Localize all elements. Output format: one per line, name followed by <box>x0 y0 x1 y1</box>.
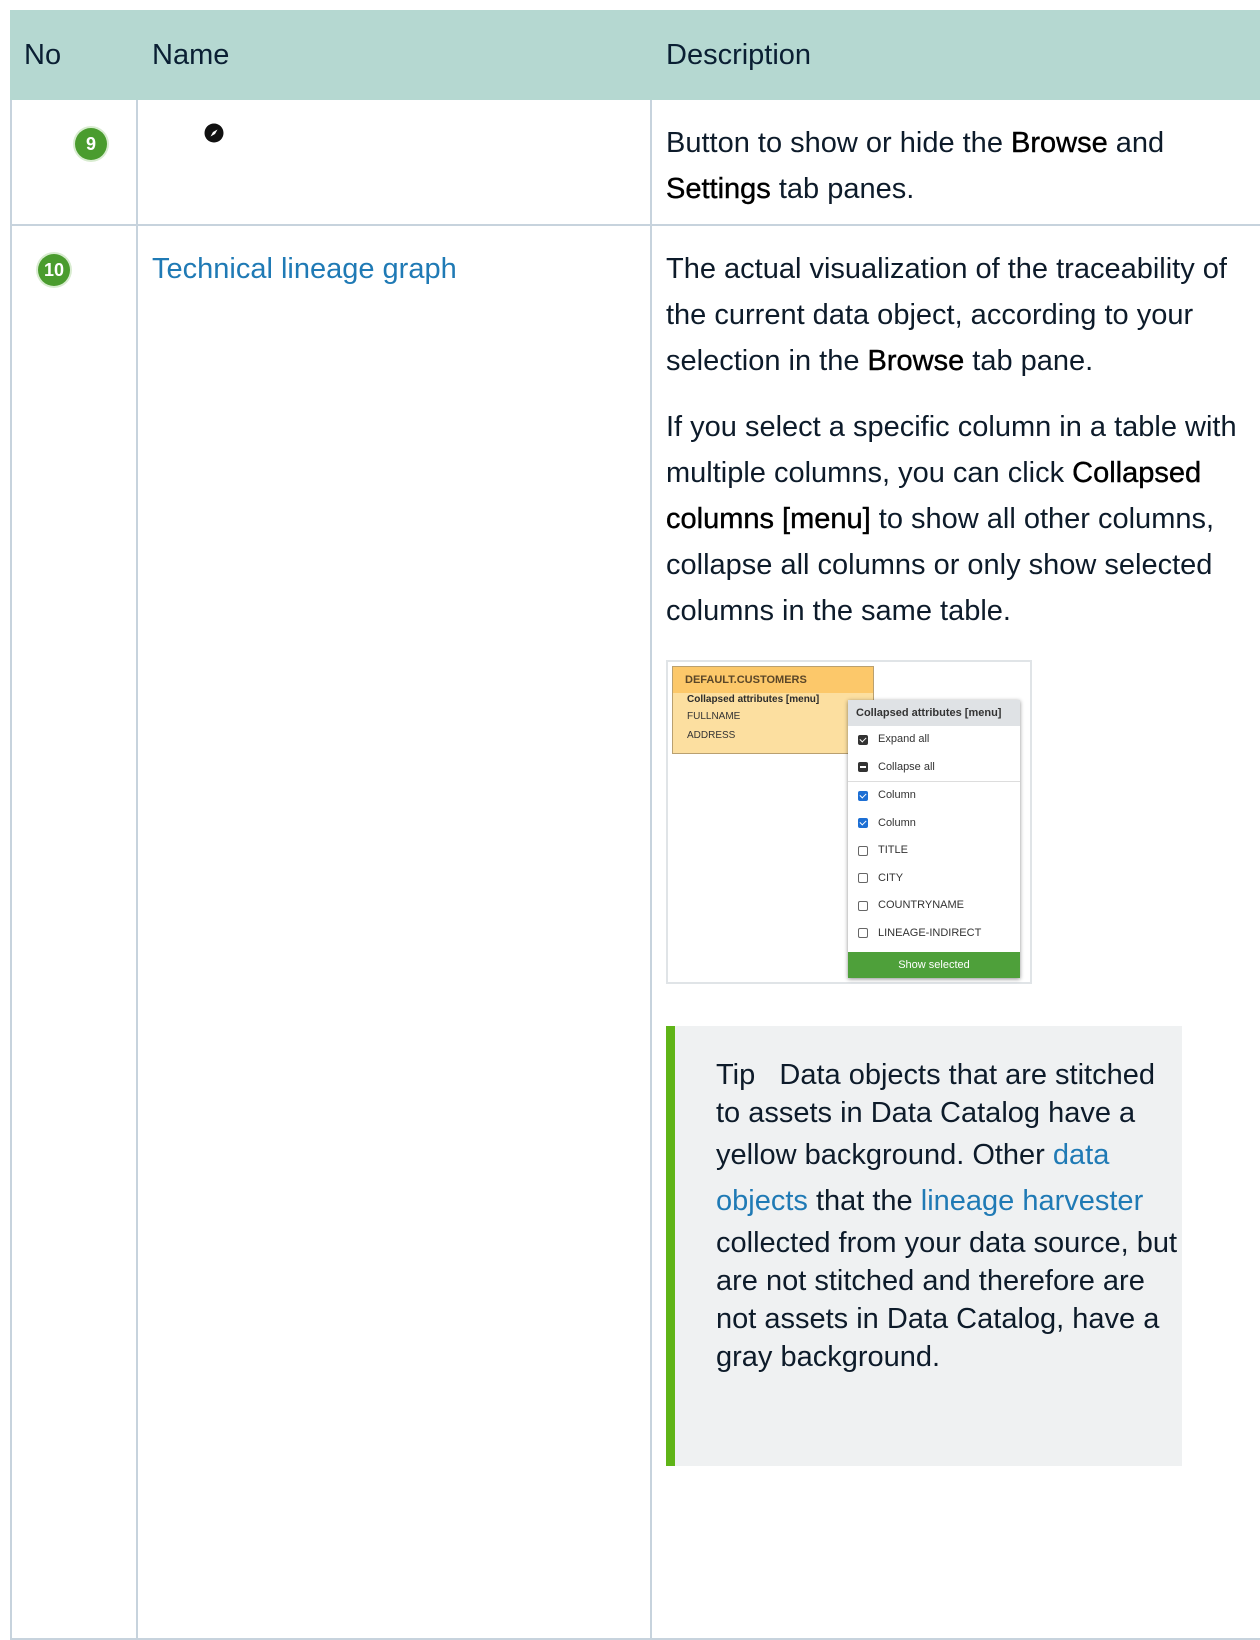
attribute-row: FULLNAME <box>687 711 741 722</box>
menu-item-collapse-all[interactable]: Collapse all <box>848 754 1020 782</box>
checkbox-checked-icon <box>858 818 868 829</box>
show-selected-button[interactable]: Show selected <box>848 952 1020 978</box>
checkbox-empty-icon <box>858 845 868 856</box>
menu-item-column[interactable]: Column <box>848 782 1020 810</box>
menu-item-expand-all[interactable]: Expand all <box>848 726 1020 754</box>
technical-lineage-graph-link[interactable]: Technical lineage graph <box>152 253 457 285</box>
tip-label: Tip <box>716 1059 756 1091</box>
settings-term: Settings <box>666 173 771 205</box>
checkbox-empty-icon <box>858 873 868 884</box>
no-cell: 9 <box>10 98 138 226</box>
table-row: 9 Button to show or hide the Browse and … <box>10 98 1260 226</box>
header-description: Description <box>650 10 1260 100</box>
table-header-row: No Name Description <box>10 10 1260 100</box>
checkbox-checked-icon <box>858 734 868 745</box>
table-row: 10 Technical lineage graph The actual vi… <box>10 224 1260 1640</box>
browse-term: Browse <box>1011 127 1108 159</box>
menu-item-lineage-indirect[interactable]: LINEAGE-INDIRECT <box>848 920 1020 948</box>
checkbox-indeterminate-icon <box>858 762 868 773</box>
menu-title: Collapsed attributes [menu] <box>848 700 1020 726</box>
header-name: Name <box>136 10 652 100</box>
menu-item-city[interactable]: CITY <box>848 865 1020 893</box>
attribute-row: ADDRESS <box>687 730 736 741</box>
menu-item-column[interactable]: Column <box>848 810 1020 838</box>
description-text: Button to show or hide the Browse and Se… <box>666 127 1165 205</box>
header-no: No <box>10 10 138 100</box>
collapsed-attributes-menu: Collapsed attributes [menu] Expand all C… <box>848 700 1020 978</box>
no-cell: 10 <box>10 224 138 1640</box>
data-object-title: DEFAULT.CUSTOMERS <box>673 667 873 693</box>
collapsed-attributes-screenshot: DEFAULT.CUSTOMERS Collapsed attributes [… <box>666 660 1032 984</box>
name-cell <box>136 98 652 226</box>
compass-icon[interactable] <box>204 123 224 148</box>
description-cell: The actual visualization of the traceabi… <box>650 224 1260 1640</box>
browse-term: Browse <box>867 345 965 377</box>
number-badge: 9 <box>75 128 107 160</box>
lineage-harvester-link[interactable]: lineage harvester <box>921 1185 1143 1217</box>
checkbox-checked-icon <box>858 790 868 801</box>
description-text: The actual visualization of the traceabi… <box>666 253 1227 377</box>
tip-text: Tip Data objects that are stitched to as… <box>716 1059 1178 1373</box>
definitions-table: No Name Description 9 Button to show or … <box>10 10 1260 1640</box>
checkbox-empty-icon <box>858 900 868 911</box>
menu-item-title[interactable]: TITLE <box>848 837 1020 865</box>
description-text: If you select a specific column in a tab… <box>666 411 1237 627</box>
data-object-box: DEFAULT.CUSTOMERS Collapsed attributes [… <box>672 666 874 754</box>
tip-callout: Tip Data objects that are stitched to as… <box>666 1026 1182 1466</box>
name-cell: Technical lineage graph <box>136 224 652 1640</box>
checkbox-empty-icon <box>858 928 868 939</box>
number-badge: 10 <box>38 254 70 286</box>
collapsed-attributes-menu-label[interactable]: Collapsed attributes [menu] <box>673 693 873 707</box>
description-cell: Button to show or hide the Browse and Se… <box>650 98 1260 226</box>
menu-item-countryname[interactable]: COUNTRYNAME <box>848 892 1020 920</box>
